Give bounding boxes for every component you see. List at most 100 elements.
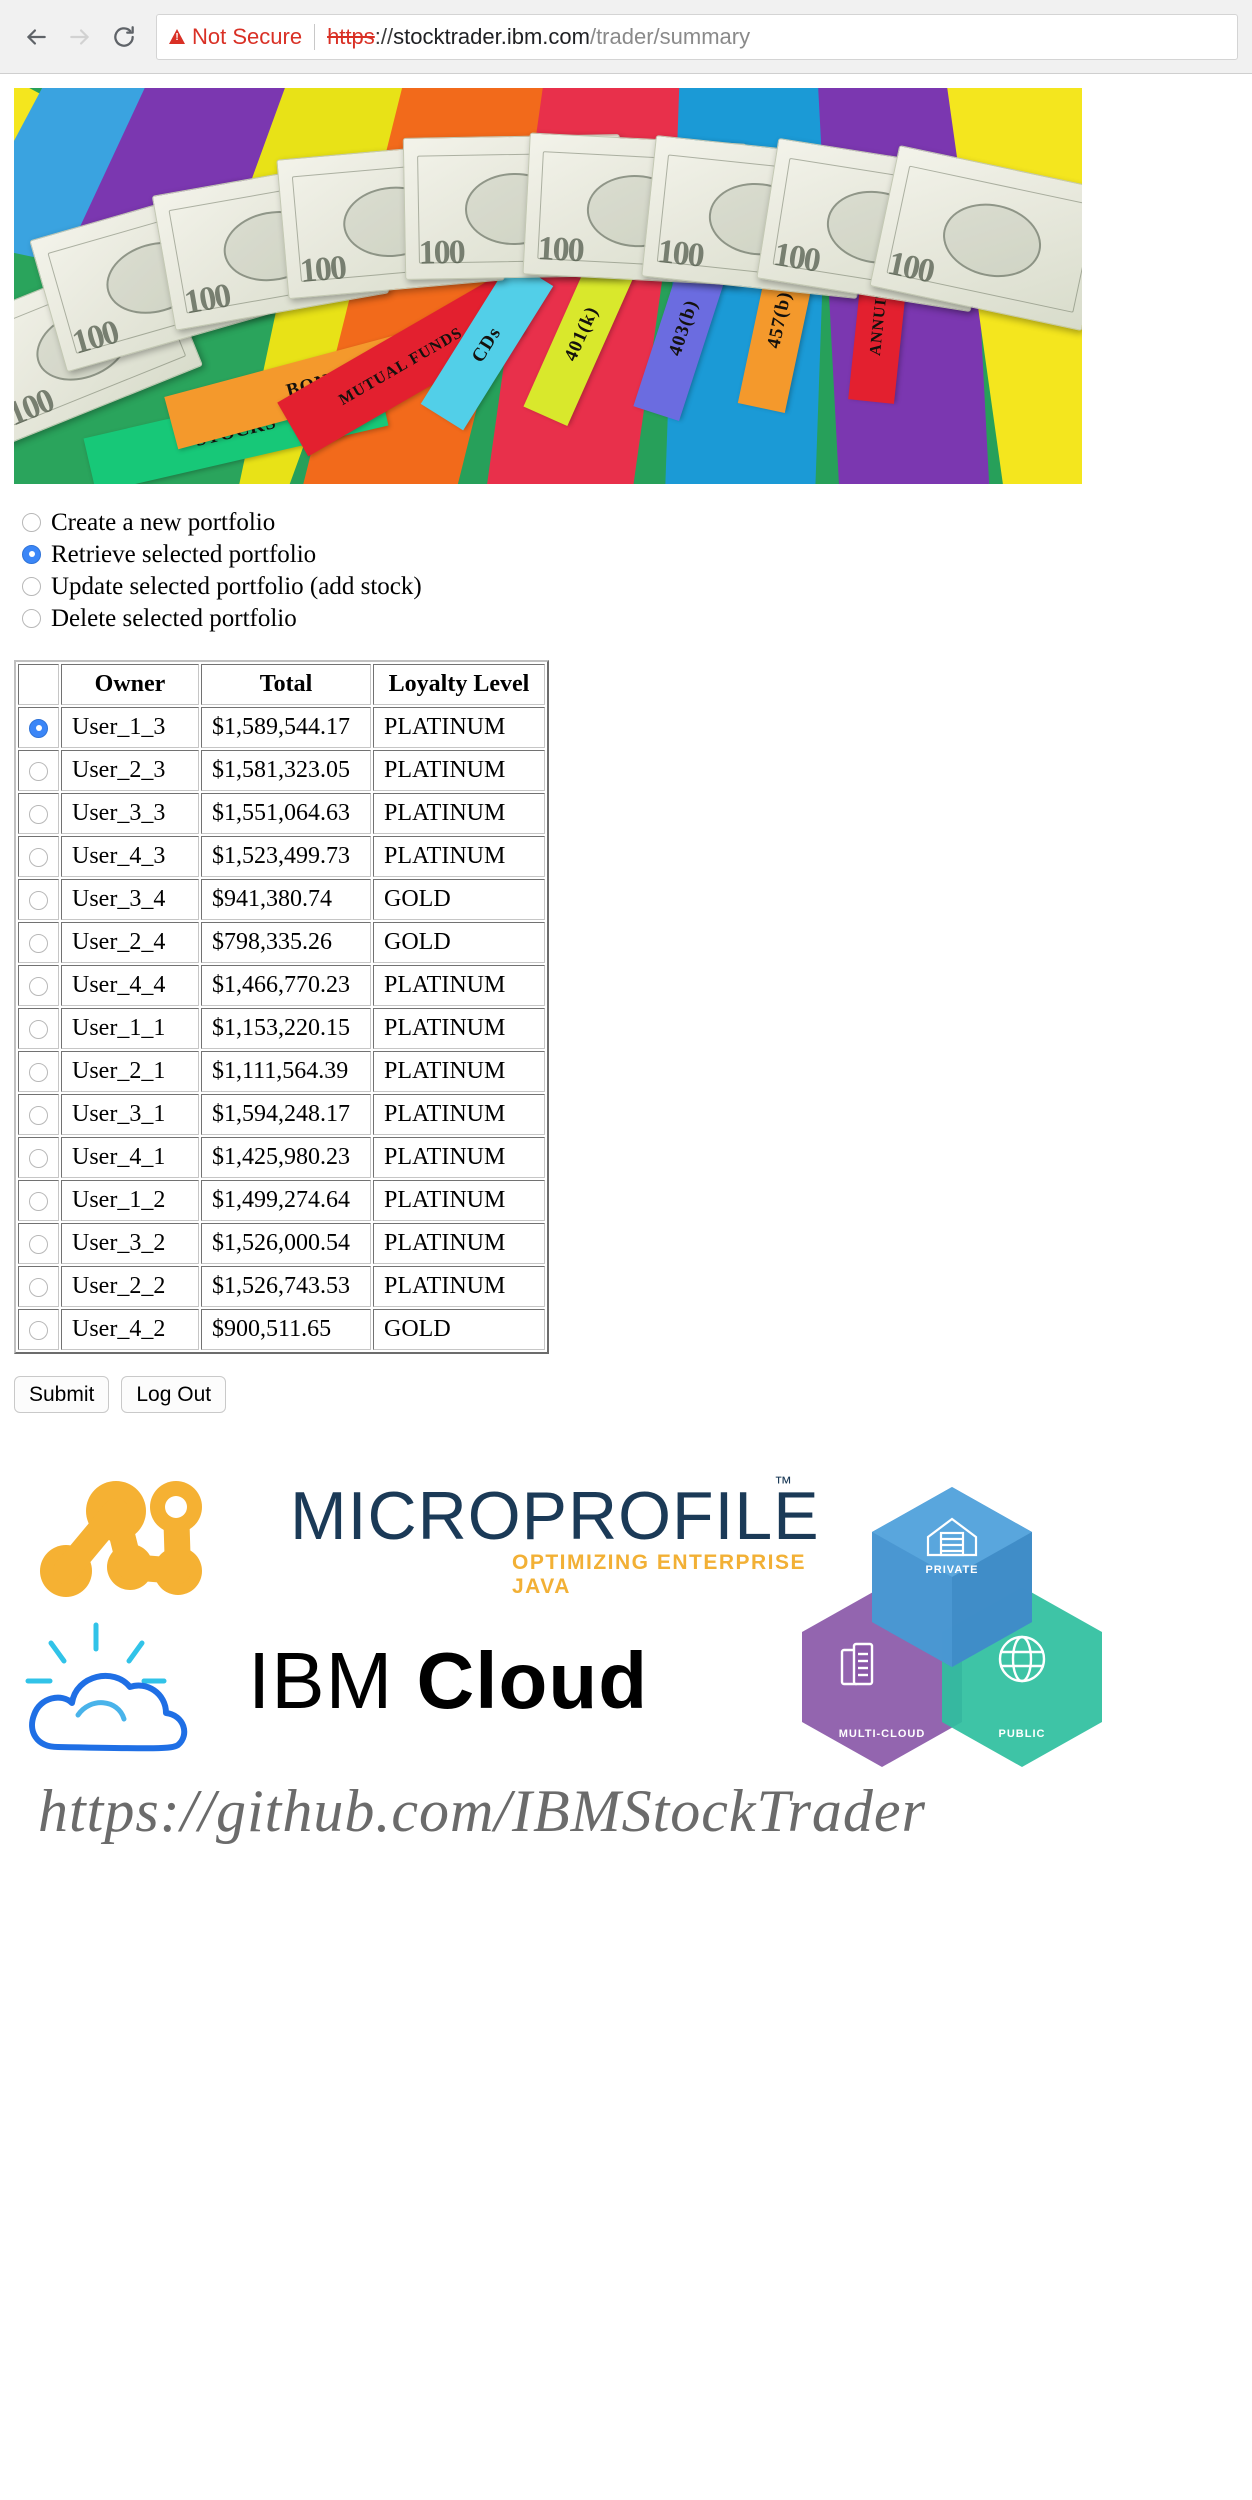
cell-loyalty-level: PLATINUM xyxy=(373,1223,545,1264)
row-select-cell[interactable] xyxy=(18,1309,59,1350)
table-row[interactable]: User_1_3 $1,589,544.17 PLATINUM xyxy=(18,707,545,748)
cell-owner: User_2_3 xyxy=(61,750,199,791)
row-select-cell[interactable] xyxy=(18,750,59,791)
cell-loyalty-level: PLATINUM xyxy=(373,1051,545,1092)
radio-option-delete[interactable]: Delete selected portfolio xyxy=(14,602,1252,634)
cell-total: $1,526,743.53 xyxy=(201,1266,371,1307)
radio-option-create[interactable]: Create a new portfolio xyxy=(14,506,1252,538)
back-button[interactable] xyxy=(14,15,58,59)
row-radio-button[interactable] xyxy=(29,1277,48,1297)
form-actions: Submit Log Out xyxy=(14,1376,1252,1414)
ibm-cloud-wordmark: IBM Cloud xyxy=(248,1635,648,1727)
cell-total: $1,523,499.73 xyxy=(201,836,371,877)
row-radio-button[interactable] xyxy=(29,1148,48,1168)
cell-owner: User_3_1 xyxy=(61,1094,199,1135)
row-select-cell[interactable] xyxy=(18,879,59,920)
table-row[interactable]: User_2_3 $1,581,323.05 PLATINUM xyxy=(18,750,545,791)
row-radio-button[interactable] xyxy=(29,847,48,867)
radio-button-delete[interactable] xyxy=(22,608,41,628)
microprofile-logo: MICROPROFILE ™ OPTIMIZING ENTERPRISE JAV… xyxy=(18,1455,819,1605)
row-select-cell[interactable] xyxy=(18,1008,59,1049)
portfolio-table: Owner Total Loyalty Level User_1_3 $1,589… xyxy=(14,660,549,1354)
forward-arrow-icon xyxy=(67,24,93,50)
address-bar[interactable]: Not Secure https://stocktrader.ibm.com/t… xyxy=(156,13,1238,60)
row-select-cell[interactable] xyxy=(18,1051,59,1092)
radio-button-create[interactable] xyxy=(22,512,41,532)
table-row[interactable]: User_3_3 $1,551,064.63 PLATINUM xyxy=(18,793,545,834)
cloud-sun-icon xyxy=(25,1622,188,1752)
cell-owner: User_2_1 xyxy=(61,1051,199,1092)
cell-owner: User_4_4 xyxy=(61,965,199,1006)
banner-image: STOCKS BONDS MUTUAL FUNDS CDs 401(k) 403… xyxy=(14,88,1082,484)
row-select-cell[interactable] xyxy=(18,922,59,963)
row-radio-button[interactable] xyxy=(29,1105,48,1125)
cell-loyalty-level: GOLD xyxy=(373,922,545,963)
row-select-cell[interactable] xyxy=(18,1137,59,1178)
cell-loyalty-level: PLATINUM xyxy=(373,1008,545,1049)
cell-total: $900,511.65 xyxy=(201,1309,371,1350)
github-url-text: https://github.com/IBMStockTrader xyxy=(38,1778,926,1845)
row-radio-button[interactable] xyxy=(29,1234,48,1254)
row-radio-button[interactable] xyxy=(29,718,48,738)
portfolio-table-container: Owner Total Loyalty Level User_1_3 $1,589… xyxy=(14,660,1252,1354)
microprofile-tagline: OPTIMIZING ENTERPRISE JAVA xyxy=(512,1551,807,1599)
microprofile-trademark: ™ xyxy=(774,1473,792,1494)
svg-text:PRIVATE: PRIVATE xyxy=(925,1564,978,1576)
cell-owner: User_3_3 xyxy=(61,793,199,834)
table-row[interactable]: User_4_3 $1,523,499.73 PLATINUM xyxy=(18,836,545,877)
footer-branding: MULTI-CLOUD PUBLIC PRIVATE MICROPROFILE … xyxy=(0,1447,1252,1947)
cell-total: $1,551,064.63 xyxy=(201,793,371,834)
table-row[interactable]: User_4_2 $900,511.65 GOLD xyxy=(18,1309,545,1350)
row-select-cell[interactable] xyxy=(18,793,59,834)
row-select-cell[interactable] xyxy=(18,1223,59,1264)
radio-label-delete: Delete selected portfolio xyxy=(51,604,297,632)
row-select-cell[interactable] xyxy=(18,1094,59,1135)
radio-option-retrieve[interactable]: Retrieve selected portfolio xyxy=(14,538,1252,570)
table-row[interactable]: User_3_2 $1,526,000.54 PLATINUM xyxy=(18,1223,545,1264)
row-radio-button[interactable] xyxy=(29,1062,48,1082)
table-row[interactable]: User_2_2 $1,526,743.53 PLATINUM xyxy=(18,1266,545,1307)
row-radio-button[interactable] xyxy=(29,1191,48,1211)
radio-button-retrieve[interactable] xyxy=(22,544,41,564)
browser-toolbar: Not Secure https://stocktrader.ibm.com/t… xyxy=(0,0,1252,74)
cell-total: $1,425,980.23 xyxy=(201,1137,371,1178)
row-radio-button[interactable] xyxy=(29,1019,48,1039)
row-radio-button[interactable] xyxy=(29,1320,48,1340)
table-row[interactable]: User_1_2 $1,499,274.64 PLATINUM xyxy=(18,1180,545,1221)
row-radio-button[interactable] xyxy=(29,976,48,996)
logout-button[interactable]: Log Out xyxy=(121,1376,227,1414)
row-select-cell[interactable] xyxy=(18,836,59,877)
cell-loyalty-level: GOLD xyxy=(373,879,545,920)
cell-loyalty-level: GOLD xyxy=(373,1309,545,1350)
cell-total: $1,589,544.17 xyxy=(201,707,371,748)
row-radio-button[interactable] xyxy=(29,804,48,824)
table-row[interactable]: User_2_4 $798,335.26 GOLD xyxy=(18,922,545,963)
row-select-cell[interactable] xyxy=(18,707,59,748)
cell-owner: User_3_4 xyxy=(61,879,199,920)
submit-button[interactable]: Submit xyxy=(14,1376,110,1414)
security-status-label: Not Secure xyxy=(192,23,303,49)
row-select-cell[interactable] xyxy=(18,965,59,1006)
table-row[interactable]: User_3_4 $941,380.74 GOLD xyxy=(18,879,545,920)
radio-label-create: Create a new portfolio xyxy=(51,508,276,536)
table-row[interactable]: User_4_1 $1,425,980.23 PLATINUM xyxy=(18,1137,545,1178)
svg-text:PUBLIC: PUBLIC xyxy=(999,1728,1046,1740)
radio-button-update[interactable] xyxy=(22,576,41,596)
forward-button[interactable] xyxy=(58,15,102,59)
radio-option-update[interactable]: Update selected portfolio (add stock) xyxy=(14,570,1252,602)
cell-owner: User_4_2 xyxy=(61,1309,199,1350)
row-select-cell[interactable] xyxy=(18,1266,59,1307)
row-radio-button[interactable] xyxy=(29,890,48,910)
cell-owner: User_2_2 xyxy=(61,1266,199,1307)
cell-total: $1,466,770.23 xyxy=(201,965,371,1006)
reload-button[interactable] xyxy=(102,15,146,59)
cell-owner: User_1_1 xyxy=(61,1008,199,1049)
table-row[interactable]: User_4_4 $1,466,770.23 PLATINUM xyxy=(18,965,545,1006)
row-radio-button[interactable] xyxy=(29,933,48,953)
table-row[interactable]: User_1_1 $1,153,220.15 PLATINUM xyxy=(18,1008,545,1049)
row-radio-button[interactable] xyxy=(29,761,48,781)
row-select-cell[interactable] xyxy=(18,1180,59,1221)
table-row[interactable]: User_2_1 $1,111,564.39 PLATINUM xyxy=(18,1051,545,1092)
table-row[interactable]: User_3_1 $1,594,248.17 PLATINUM xyxy=(18,1094,545,1135)
page-content: STOCKS BONDS MUTUAL FUNDS CDs 401(k) 403… xyxy=(0,88,1252,1947)
